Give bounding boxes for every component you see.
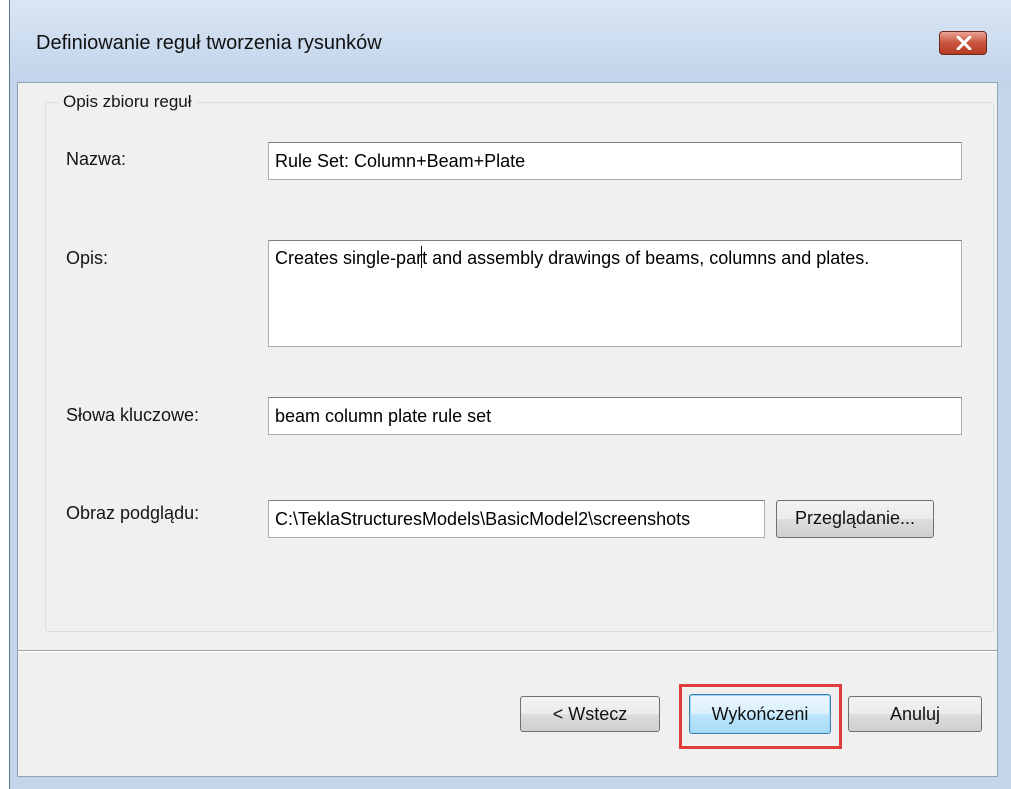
group-legend: Opis zbioru reguł <box>59 92 196 112</box>
finish-button[interactable]: Wykończeni <box>689 694 831 734</box>
close-button[interactable] <box>939 31 987 55</box>
preview-image-label: Obraz podglądu: <box>66 503 200 523</box>
keywords-label: Słowa kluczowe: <box>66 405 200 425</box>
browse-button[interactable]: Przeglądanie... <box>776 500 934 538</box>
window-title: Definiowanie reguł tworzenia rysunków <box>36 32 382 54</box>
description-text: Creates single-part and assembly drawing… <box>275 248 870 268</box>
rule-set-description-group: Opis zbioru reguł Nazwa: Rule Set: Colum… <box>45 92 994 632</box>
name-field[interactable]: Rule Set: Column+Beam+Plate <box>268 142 962 180</box>
preview-image-path-field[interactable]: C:\TeklaStructuresModels\BasicModel2\scr… <box>268 500 765 538</box>
description-label: Opis: <box>66 248 109 268</box>
dialog-window: Definiowanie reguł tworzenia rysunków Op… <box>9 0 1011 789</box>
text-caret <box>421 246 422 268</box>
description-field[interactable]: Creates single-part and assembly drawing… <box>268 240 962 347</box>
dialog-client-area: Opis zbioru reguł Nazwa: Rule Set: Colum… <box>17 82 998 777</box>
keywords-field[interactable]: beam column plate rule set <box>268 397 962 435</box>
back-button[interactable]: < Wstecz <box>520 696 660 732</box>
name-label: Nazwa: <box>66 149 127 169</box>
cancel-button[interactable]: Anuluj <box>848 696 982 732</box>
close-icon <box>956 36 972 50</box>
button-separator <box>18 650 997 652</box>
title-bar[interactable]: Definiowanie reguł tworzenia rysunków <box>10 0 1011 82</box>
